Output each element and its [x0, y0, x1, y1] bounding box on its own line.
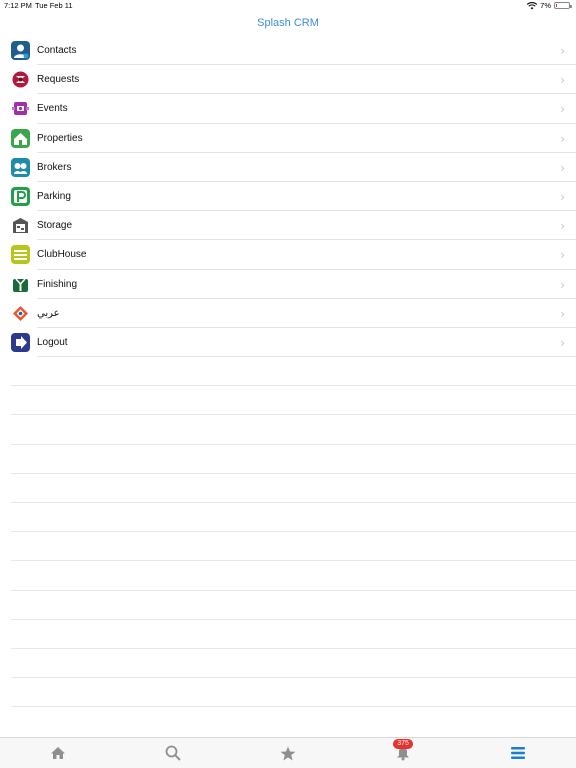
- empty-row: [0, 445, 576, 474]
- menu-item-parking[interactable]: Parking ›: [0, 182, 576, 212]
- chevron-right-icon: ›: [560, 160, 565, 175]
- menu-item-label: Brokers: [37, 161, 72, 173]
- notifications-badge: 375: [393, 739, 413, 749]
- brokers-icon: [11, 157, 30, 177]
- menu-item-label: Requests: [37, 74, 80, 86]
- home-icon: [50, 747, 65, 759]
- chevron-right-icon: ›: [560, 44, 565, 58]
- finishing-icon: [11, 274, 30, 294]
- menu-icon: [511, 747, 526, 759]
- tab-favorites[interactable]: [230, 738, 345, 768]
- status-date: Tue Feb 11: [35, 1, 73, 10]
- empty-row: [0, 415, 576, 445]
- menu-list: Contacts › Requests › Events › Propertie…: [0, 36, 576, 358]
- chevron-right-icon: ›: [560, 335, 565, 350]
- chevron-right-icon: ›: [560, 102, 565, 117]
- tab-notifications[interactable]: 375: [346, 738, 461, 768]
- storage-icon: [11, 216, 30, 236]
- empty-row: [0, 591, 576, 620]
- empty-table-rows: [0, 357, 576, 708]
- menu-item-arabic[interactable]: عربي ›: [0, 299, 576, 329]
- menu-item-label: ClubHouse: [37, 249, 87, 261]
- page-title: Splash CRM: [257, 17, 319, 29]
- menu-item-requests[interactable]: Requests ›: [0, 65, 576, 95]
- status-bar: 7:12 PM Tue Feb 11 7%: [0, 0, 576, 12]
- menu-item-properties[interactable]: Properties ›: [0, 124, 576, 153]
- clubhouse-icon: [11, 245, 30, 265]
- empty-row: [0, 678, 576, 708]
- empty-row: [0, 532, 576, 562]
- empty-row: [0, 620, 576, 650]
- menu-item-label: Logout: [37, 336, 68, 348]
- empty-row: [0, 386, 576, 416]
- chevron-right-icon: ›: [560, 277, 565, 292]
- menu-item-contacts[interactable]: Contacts ›: [0, 36, 576, 66]
- star-icon: [280, 746, 296, 760]
- arabic-language-icon: [11, 303, 30, 323]
- wifi-icon: [527, 1, 538, 9]
- menu-item-brokers[interactable]: Brokers ›: [0, 153, 576, 183]
- menu-item-clubhouse[interactable]: ClubHouse ›: [0, 240, 576, 270]
- menu-item-label: Events: [37, 103, 68, 115]
- empty-row: [0, 649, 576, 679]
- events-icon: [11, 99, 30, 119]
- empty-row: [0, 503, 576, 533]
- contacts-icon: [11, 41, 30, 61]
- search-icon: [165, 745, 181, 761]
- menu-item-label: Storage: [37, 220, 73, 232]
- chevron-right-icon: ›: [560, 219, 565, 234]
- parking-icon: [11, 187, 30, 207]
- menu-item-finishing[interactable]: Finishing ›: [0, 270, 576, 299]
- menu-item-label: Contacts: [37, 45, 77, 57]
- logout-icon: [11, 332, 30, 352]
- requests-icon: [11, 70, 30, 90]
- chevron-right-icon: ›: [560, 73, 565, 88]
- battery-percent: 7%: [540, 1, 551, 10]
- chevron-right-icon: ›: [560, 306, 565, 321]
- status-time: 7:12 PM: [4, 1, 32, 10]
- tab-home[interactable]: [0, 738, 115, 768]
- empty-row: [0, 474, 576, 504]
- properties-icon: [11, 128, 30, 148]
- menu-item-label: عربي: [37, 307, 60, 319]
- battery-icon: [554, 2, 572, 9]
- chevron-right-icon: ›: [560, 248, 565, 263]
- chevron-right-icon: ›: [560, 189, 565, 204]
- menu-item-logout[interactable]: Logout ›: [0, 328, 576, 358]
- menu-item-events[interactable]: Events ›: [0, 94, 576, 124]
- status-right: 7%: [527, 1, 572, 10]
- empty-row: [0, 561, 576, 591]
- menu-item-label: Properties: [37, 132, 83, 144]
- menu-item-storage[interactable]: Storage ›: [0, 211, 576, 241]
- tab-search[interactable]: [115, 738, 230, 768]
- tab-menu[interactable]: [461, 738, 576, 768]
- tab-bar: 375: [0, 737, 576, 768]
- menu-item-label: Finishing: [37, 278, 78, 290]
- chevron-right-icon: ›: [560, 131, 565, 146]
- empty-row: [0, 357, 576, 387]
- menu-item-label: Parking: [37, 191, 71, 203]
